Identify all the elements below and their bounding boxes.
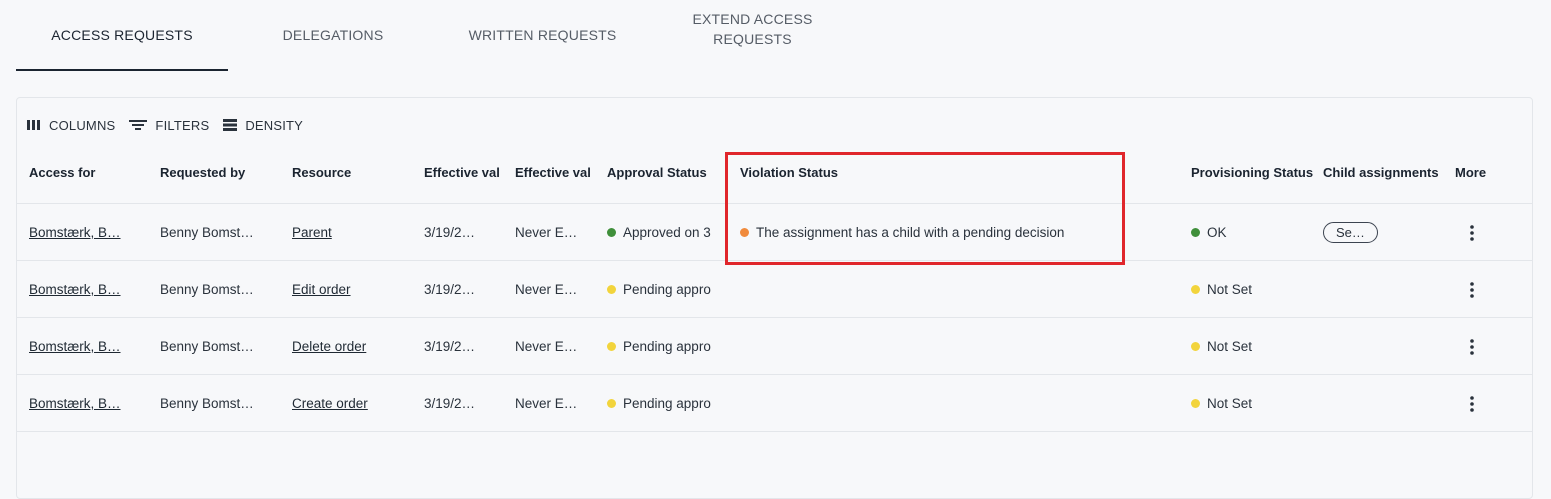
approval-status-text: Approved on 3 (623, 225, 711, 240)
tab-delegations-label: DELEGATIONS (282, 27, 384, 43)
violation-status-cell (740, 318, 1140, 375)
effective-to-cell: Never E… (515, 396, 578, 411)
column-header-child-assignments[interactable]: Child assignments (1323, 156, 1450, 188)
tab-extend-label-line1: EXTEND ACCESS (692, 11, 813, 27)
filters-button[interactable]: FILTERS (129, 118, 209, 133)
requested-by-cell: Benny Bomst… (160, 282, 254, 297)
child-assignments-cell (1323, 261, 1450, 318)
density-icon (223, 119, 238, 131)
provisioning-status-text: Not Set (1207, 282, 1253, 297)
violation-status-cell (740, 261, 1140, 318)
more-vert-icon[interactable] (1469, 280, 1475, 300)
active-tab-indicator (16, 69, 228, 71)
density-button[interactable]: DENSITY (223, 118, 303, 133)
approval-status-dot (607, 285, 616, 294)
access-for-link[interactable]: Bomstærk, B… (29, 225, 121, 240)
more-vert-icon[interactable] (1469, 223, 1475, 243)
columns-icon (27, 120, 40, 130)
table-row[interactable]: Bomstærk, B… Benny Bomst… Edit order 3/1… (17, 260, 1532, 318)
tab-access-requests[interactable]: ACCESS REQUESTS (16, 0, 228, 70)
tab-bar: ACCESS REQUESTS DELEGATIONS WRITTEN REQU… (0, 0, 1551, 72)
provisioning-status-dot (1191, 399, 1200, 408)
grid-toolbar: COLUMNS FILTERS DENSITY (27, 114, 317, 136)
child-assignments-cell (1323, 318, 1450, 375)
approval-status-text: Pending appro (623, 339, 711, 354)
table-row[interactable]: Bomstærk, B… Benny Bomst… Parent 3/19/2…… (17, 203, 1532, 261)
effective-from-cell: 3/19/2… (424, 225, 476, 240)
column-header-more[interactable]: More (1455, 156, 1505, 188)
column-header-access-for[interactable]: Access for (29, 156, 154, 188)
tab-delegations[interactable]: DELEGATIONS (248, 0, 418, 70)
columns-label: COLUMNS (49, 117, 116, 133)
effective-from-cell: 3/19/2… (424, 339, 476, 354)
child-assignments-cell (1323, 375, 1450, 432)
approval-status-dot (607, 342, 616, 351)
tab-extend-access-requests[interactable]: EXTEND ACCESS REQUESTS (660, 0, 845, 64)
requested-by-cell: Benny Bomst… (160, 396, 254, 411)
provisioning-status-dot (1191, 285, 1200, 294)
access-for-link[interactable]: Bomstærk, B… (29, 396, 121, 411)
provisioning-status-text: Not Set (1207, 396, 1253, 411)
column-header-approval-status[interactable]: Approval Status (607, 156, 723, 188)
resource-link[interactable]: Parent (292, 225, 332, 240)
density-label: DENSITY (245, 117, 304, 133)
column-header-requested-by[interactable]: Requested by (160, 156, 285, 188)
approval-status-text: Pending appro (623, 282, 711, 297)
tab-access-requests-label: ACCESS REQUESTS (51, 27, 193, 43)
effective-to-cell: Never E… (515, 339, 578, 354)
tab-extend-label-line2: REQUESTS (713, 31, 792, 47)
more-vert-icon[interactable] (1469, 394, 1475, 414)
table-bottom-divider (17, 431, 1532, 433)
column-header-provisioning-status[interactable]: Provisioning Status (1191, 156, 1314, 188)
effective-from-cell: 3/19/2… (424, 282, 476, 297)
provisioning-status-dot (1191, 228, 1200, 237)
filters-label: FILTERS (155, 117, 210, 133)
effective-from-cell: 3/19/2… (424, 396, 476, 411)
approval-status-dot (607, 399, 616, 408)
requested-by-cell: Benny Bomst… (160, 225, 254, 240)
violation-status-text: The assignment has a child with a pendin… (756, 225, 1065, 240)
table-row[interactable]: Bomstærk, B… Benny Bomst… Create order 3… (17, 374, 1532, 432)
provisioning-status-dot (1191, 342, 1200, 351)
access-requests-grid: COLUMNS FILTERS DENSITY Access for Reque… (16, 97, 1533, 499)
effective-to-cell: Never E… (515, 282, 578, 297)
access-for-link[interactable]: Bomstærk, B… (29, 339, 121, 354)
resource-link[interactable]: Delete order (292, 339, 366, 354)
provisioning-status-text: Not Set (1207, 339, 1253, 354)
column-header-effective-to[interactable]: Effective val (515, 156, 601, 188)
access-for-link[interactable]: Bomstærk, B… (29, 282, 121, 297)
effective-to-cell: Never E… (515, 225, 578, 240)
resource-link[interactable]: Create order (292, 396, 368, 411)
requested-by-cell: Benny Bomst… (160, 339, 254, 354)
approval-status-text: Pending appro (623, 396, 711, 411)
approval-status-dot (607, 228, 616, 237)
violation-status-dot (740, 228, 749, 237)
columns-button[interactable]: COLUMNS (27, 118, 115, 133)
resource-link[interactable]: Edit order (292, 282, 351, 297)
violation-status-cell (740, 375, 1140, 432)
column-header-violation-status[interactable]: Violation Status (740, 156, 1140, 188)
child-assignments-button[interactable]: Se… (1323, 222, 1378, 243)
more-vert-icon[interactable] (1469, 337, 1475, 357)
tab-written-requests[interactable]: WRITTEN REQUESTS (440, 0, 645, 70)
tab-written-requests-label: WRITTEN REQUESTS (468, 27, 617, 43)
provisioning-status-text: OK (1207, 225, 1227, 240)
column-header-effective-from[interactable]: Effective val (424, 156, 510, 188)
table-row[interactable]: Bomstærk, B… Benny Bomst… Delete order 3… (17, 317, 1532, 375)
filter-icon (129, 120, 148, 130)
column-header-resource[interactable]: Resource (292, 156, 417, 188)
